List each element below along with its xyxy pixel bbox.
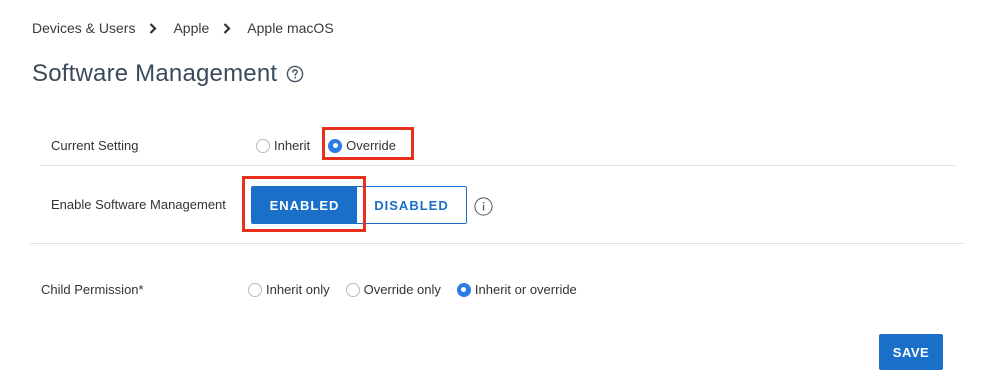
divider bbox=[40, 165, 955, 166]
radio-inherit-or-override-label: Inherit or override bbox=[474, 282, 577, 297]
save-button[interactable]: SAVE bbox=[879, 334, 943, 370]
breadcrumb-devices-users[interactable]: Devices & Users bbox=[32, 20, 135, 36]
breadcrumb-apple-macos[interactable]: Apple macOS bbox=[247, 20, 333, 36]
page-header: Software Management bbox=[32, 60, 304, 88]
radio-inherit-only-circle[interactable] bbox=[248, 282, 262, 297]
disabled-button[interactable]: DISABLED bbox=[357, 187, 466, 223]
enabled-button[interactable]: ENABLED bbox=[252, 187, 357, 223]
question-circle-icon[interactable] bbox=[286, 65, 304, 83]
radio-inherit-only[interactable]: Inherit only bbox=[248, 282, 330, 297]
radio-inherit-only-label: Inherit only bbox=[266, 282, 330, 297]
radio-inherit[interactable]: Inherit bbox=[256, 138, 310, 153]
radio-inherit-label: Inherit bbox=[274, 138, 311, 153]
info-circle-icon[interactable] bbox=[474, 197, 493, 216]
breadcrumb: Devices & Users Apple Apple macOS bbox=[32, 19, 334, 37]
section-divider bbox=[30, 243, 965, 244]
radio-override-only[interactable]: Override only bbox=[345, 282, 441, 297]
chevron-right-icon bbox=[215, 19, 245, 37]
current-setting-radio-group: Inherit Override bbox=[256, 138, 396, 153]
chevron-right-icon bbox=[141, 19, 171, 37]
child-permission-radio-group: Inherit only Override only Inherit or ov… bbox=[248, 282, 577, 297]
radio-override-only-label: Override only bbox=[363, 282, 441, 297]
breadcrumb-apple[interactable]: Apple bbox=[173, 20, 209, 36]
current-setting-label: Current Setting bbox=[51, 138, 139, 153]
radio-inherit-or-override[interactable]: Inherit or override bbox=[456, 282, 577, 297]
page-title: Software Management bbox=[32, 60, 278, 87]
radio-inherit-or-override-circle[interactable] bbox=[456, 282, 471, 297]
radio-override-only-circle[interactable] bbox=[345, 282, 360, 297]
radio-inherit-circle[interactable] bbox=[256, 138, 270, 153]
enable-software-management-label: Enable Software Management bbox=[51, 197, 226, 212]
radio-override-circle[interactable] bbox=[328, 138, 343, 153]
enable-software-management-toggle: ENABLED DISABLED bbox=[251, 186, 467, 224]
radio-override[interactable]: Override bbox=[328, 138, 396, 153]
child-permission-label: Child Permission* bbox=[41, 282, 144, 297]
radio-override-label: Override bbox=[346, 138, 396, 153]
